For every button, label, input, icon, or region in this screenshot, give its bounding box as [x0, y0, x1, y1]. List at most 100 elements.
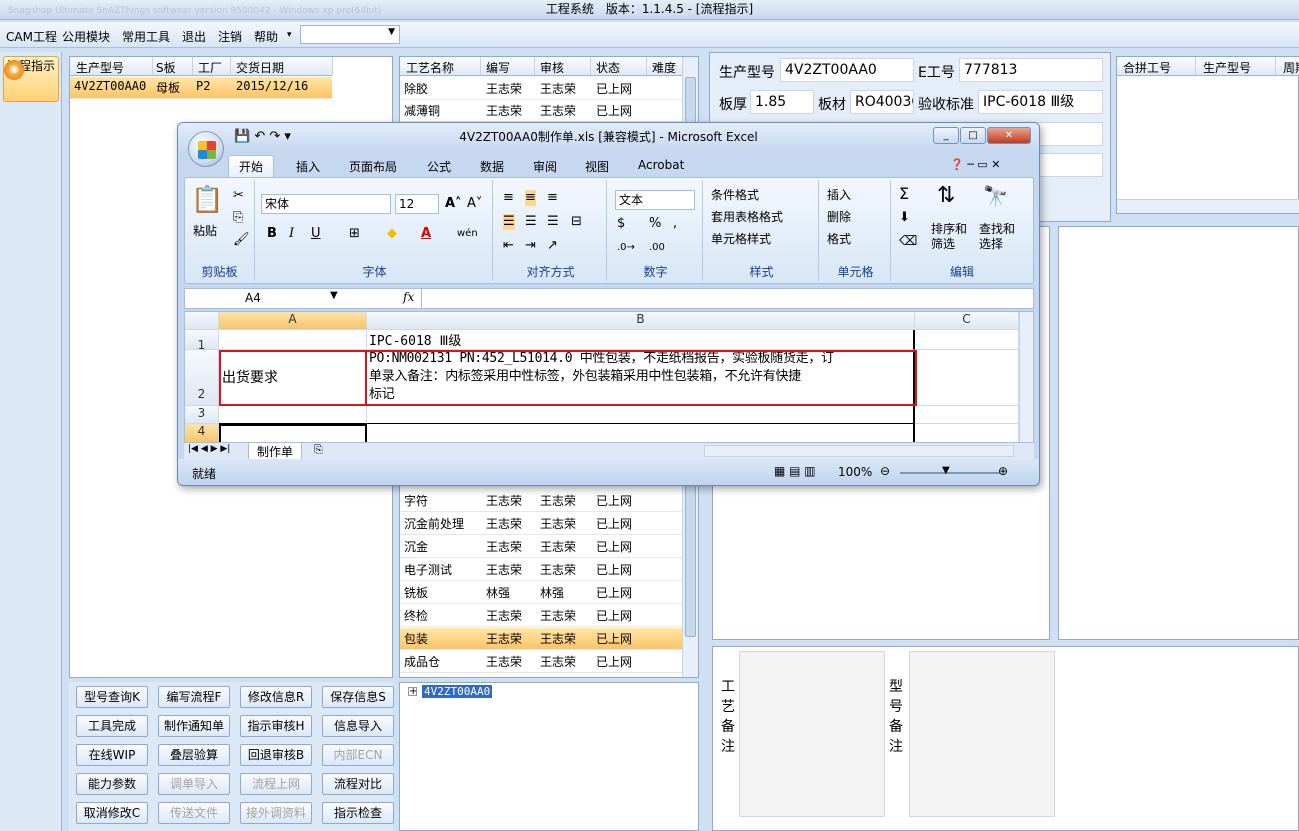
menu-combo[interactable]: ▼ — [300, 25, 400, 44]
sheet-nav-icons[interactable]: |◀ ◀ ▶ ▶| — [188, 444, 230, 454]
increase-decimal-icon[interactable]: .0→ — [617, 240, 635, 256]
outdent-icon[interactable]: ⇥ — [525, 238, 536, 254]
capability-params-button[interactable]: 能力参数 — [76, 773, 148, 795]
rollback-review-button[interactable]: 回退审核B — [240, 744, 312, 766]
zoom-thumb-icon[interactable]: ▼ — [942, 465, 950, 476]
paste-label[interactable]: 粘贴 — [193, 222, 217, 239]
expand-icon[interactable]: + — [408, 687, 417, 697]
process-row[interactable]: 减薄铜 王志荣 王志荣 已上网 — [400, 100, 684, 122]
material-field[interactable]: RO4003C — [850, 90, 914, 114]
menu-dropdown-arrow-icon[interactable]: ▾ — [287, 30, 292, 40]
tool-complete-button[interactable]: 工具完成 — [76, 715, 148, 737]
menu-exit[interactable]: 退出 — [182, 28, 206, 45]
cell-b1[interactable]: IPC-6018 Ⅲ级 — [367, 330, 915, 350]
quick-access-icons[interactable]: 💾 ↶ ↷ ▾ — [234, 123, 291, 151]
save-info-button[interactable]: 保存信息S — [322, 686, 394, 708]
align-center-icon[interactable]: ☰ — [525, 214, 537, 230]
zoom-out-icon[interactable]: ⊖ — [880, 464, 890, 478]
stackup-check-button[interactable]: 叠层验算 — [158, 744, 230, 766]
indent-icon[interactable]: ⇤ — [503, 238, 514, 254]
cell-c3[interactable] — [915, 406, 1019, 424]
process-row[interactable]: 铣板 林强 林强 已上网 — [400, 582, 684, 604]
tab-page-layout[interactable]: 页面布局 — [349, 158, 397, 175]
align-bottom-icon[interactable]: ≡ — [547, 190, 558, 206]
process-row[interactable]: 沉金前处理 王志荣 王志荣 已上网 — [400, 513, 684, 535]
cell-c1[interactable] — [915, 330, 1019, 350]
fill-icon[interactable]: ⬇ — [899, 210, 910, 226]
zoom-slider[interactable] — [900, 472, 1000, 474]
check-indication-button[interactable]: 指示检查 — [322, 802, 394, 824]
row-header-3[interactable]: 3 — [185, 406, 219, 424]
online-wip-button[interactable]: 在线WIP — [76, 744, 148, 766]
sheet-hscroll[interactable] — [704, 445, 1014, 457]
model-query-button[interactable]: 型号查询K — [76, 686, 148, 708]
process-row-selected[interactable]: 包装 王志荣 王志荣 已上网 — [400, 628, 684, 650]
cell-a3[interactable] — [219, 406, 367, 424]
tab-home[interactable]: 开始 — [228, 155, 275, 177]
decrease-decimal-icon[interactable]: .00 — [649, 240, 665, 256]
border-icon[interactable]: ⊞ — [349, 226, 360, 242]
orientation-icon[interactable]: ↗ — [547, 238, 558, 254]
tab-data[interactable]: 数据 — [480, 158, 504, 175]
underline-icon[interactable]: U — [311, 226, 321, 242]
help-icon[interactable]: ❓ ─ ▭ ✕ — [950, 158, 1000, 171]
font-color-icon[interactable]: A — [421, 226, 431, 242]
name-box[interactable]: A4 — [245, 291, 261, 305]
flow-indicator-button[interactable]: ◉ 流程指示 — [3, 56, 59, 102]
phonetic-icon[interactable]: wén — [457, 226, 478, 242]
make-notice-button[interactable]: 制作通知单 — [158, 715, 230, 737]
cell-c2[interactable] — [915, 350, 1019, 406]
cell-b3[interactable] — [367, 406, 915, 424]
process-row[interactable]: 除胶 王志荣 王志荣 已上网 — [400, 78, 684, 100]
flow-online-button[interactable]: 流程上网 — [240, 773, 312, 795]
cell-c4[interactable] — [915, 424, 1019, 442]
insert-cells-button[interactable]: 插入 — [827, 186, 851, 203]
menu-help[interactable]: 帮助 — [254, 28, 278, 45]
currency-icon[interactable]: $ — [617, 216, 625, 232]
cell-a4-active[interactable] — [219, 424, 367, 442]
modify-info-button[interactable]: 修改信息R — [240, 686, 312, 708]
number-format-select[interactable]: 文本 — [615, 190, 695, 210]
view-mode-icons[interactable]: ▦ ▤ ▥ — [774, 464, 816, 478]
align-top-icon[interactable]: ≡ — [503, 190, 514, 206]
paste-icon[interactable]: 📋 — [191, 186, 223, 214]
conditional-format-button[interactable]: 条件格式 — [711, 186, 759, 203]
process-remark-box[interactable] — [739, 651, 885, 817]
import-info-button[interactable]: 信息导入 — [322, 715, 394, 737]
tab-view[interactable]: 视图 — [585, 158, 609, 175]
tab-review[interactable]: 审阅 — [533, 158, 557, 175]
row-header-2[interactable]: 2 — [185, 350, 219, 406]
cell-a1[interactable] — [219, 330, 367, 350]
zoom-in-icon[interactable]: ⊕ — [998, 464, 1008, 478]
comma-icon[interactable]: , — [673, 216, 677, 232]
close-button[interactable]: ✕ — [987, 127, 1031, 144]
merge-icon[interactable]: ⊟ — [571, 214, 582, 230]
review-button[interactable]: 指示审核H — [240, 715, 312, 737]
process-row[interactable]: 字符 王志荣 王志荣 已上网 — [400, 490, 684, 512]
align-right-icon[interactable]: ☰ — [547, 214, 559, 230]
thickness-field[interactable]: 1.85 — [750, 90, 814, 114]
office-button[interactable] — [188, 131, 224, 167]
percent-icon[interactable]: % — [649, 216, 661, 232]
zoom-level[interactable]: 100% — [838, 465, 872, 479]
process-row[interactable]: 电子测试 王志荣 王志荣 已上网 — [400, 559, 684, 581]
select-all-corner[interactable] — [185, 312, 219, 330]
process-row[interactable]: 沉金 王志荣 王志荣 已上网 — [400, 536, 684, 558]
order-import-button[interactable]: 调单导入 — [158, 773, 230, 795]
menu-cam[interactable]: CAM工程 — [6, 28, 57, 45]
insert-sheet-icon[interactable]: ⎘ — [314, 443, 323, 457]
col-header-c[interactable]: C — [915, 312, 1019, 330]
cell-style-button[interactable]: 单元格样式 — [711, 230, 771, 247]
maximize-button[interactable]: □ — [960, 127, 986, 144]
cell-b4[interactable] — [367, 424, 915, 442]
font-name-select[interactable]: 宋体 — [261, 194, 391, 214]
merge-hscroll[interactable] — [1117, 199, 1299, 213]
format-cells-button[interactable]: 格式 — [827, 230, 851, 247]
italic-icon[interactable]: I — [289, 226, 294, 242]
fill-color-icon[interactable]: ◆ — [387, 226, 397, 242]
bold-icon[interactable]: B — [267, 226, 277, 242]
menu-tools[interactable]: 常用工具 — [122, 28, 170, 45]
edit-flow-button[interactable]: 编写流程F — [158, 686, 230, 708]
menu-common-modules[interactable]: 公用模块 — [62, 28, 110, 45]
format-painter-icon[interactable]: 🖌 — [233, 232, 250, 248]
